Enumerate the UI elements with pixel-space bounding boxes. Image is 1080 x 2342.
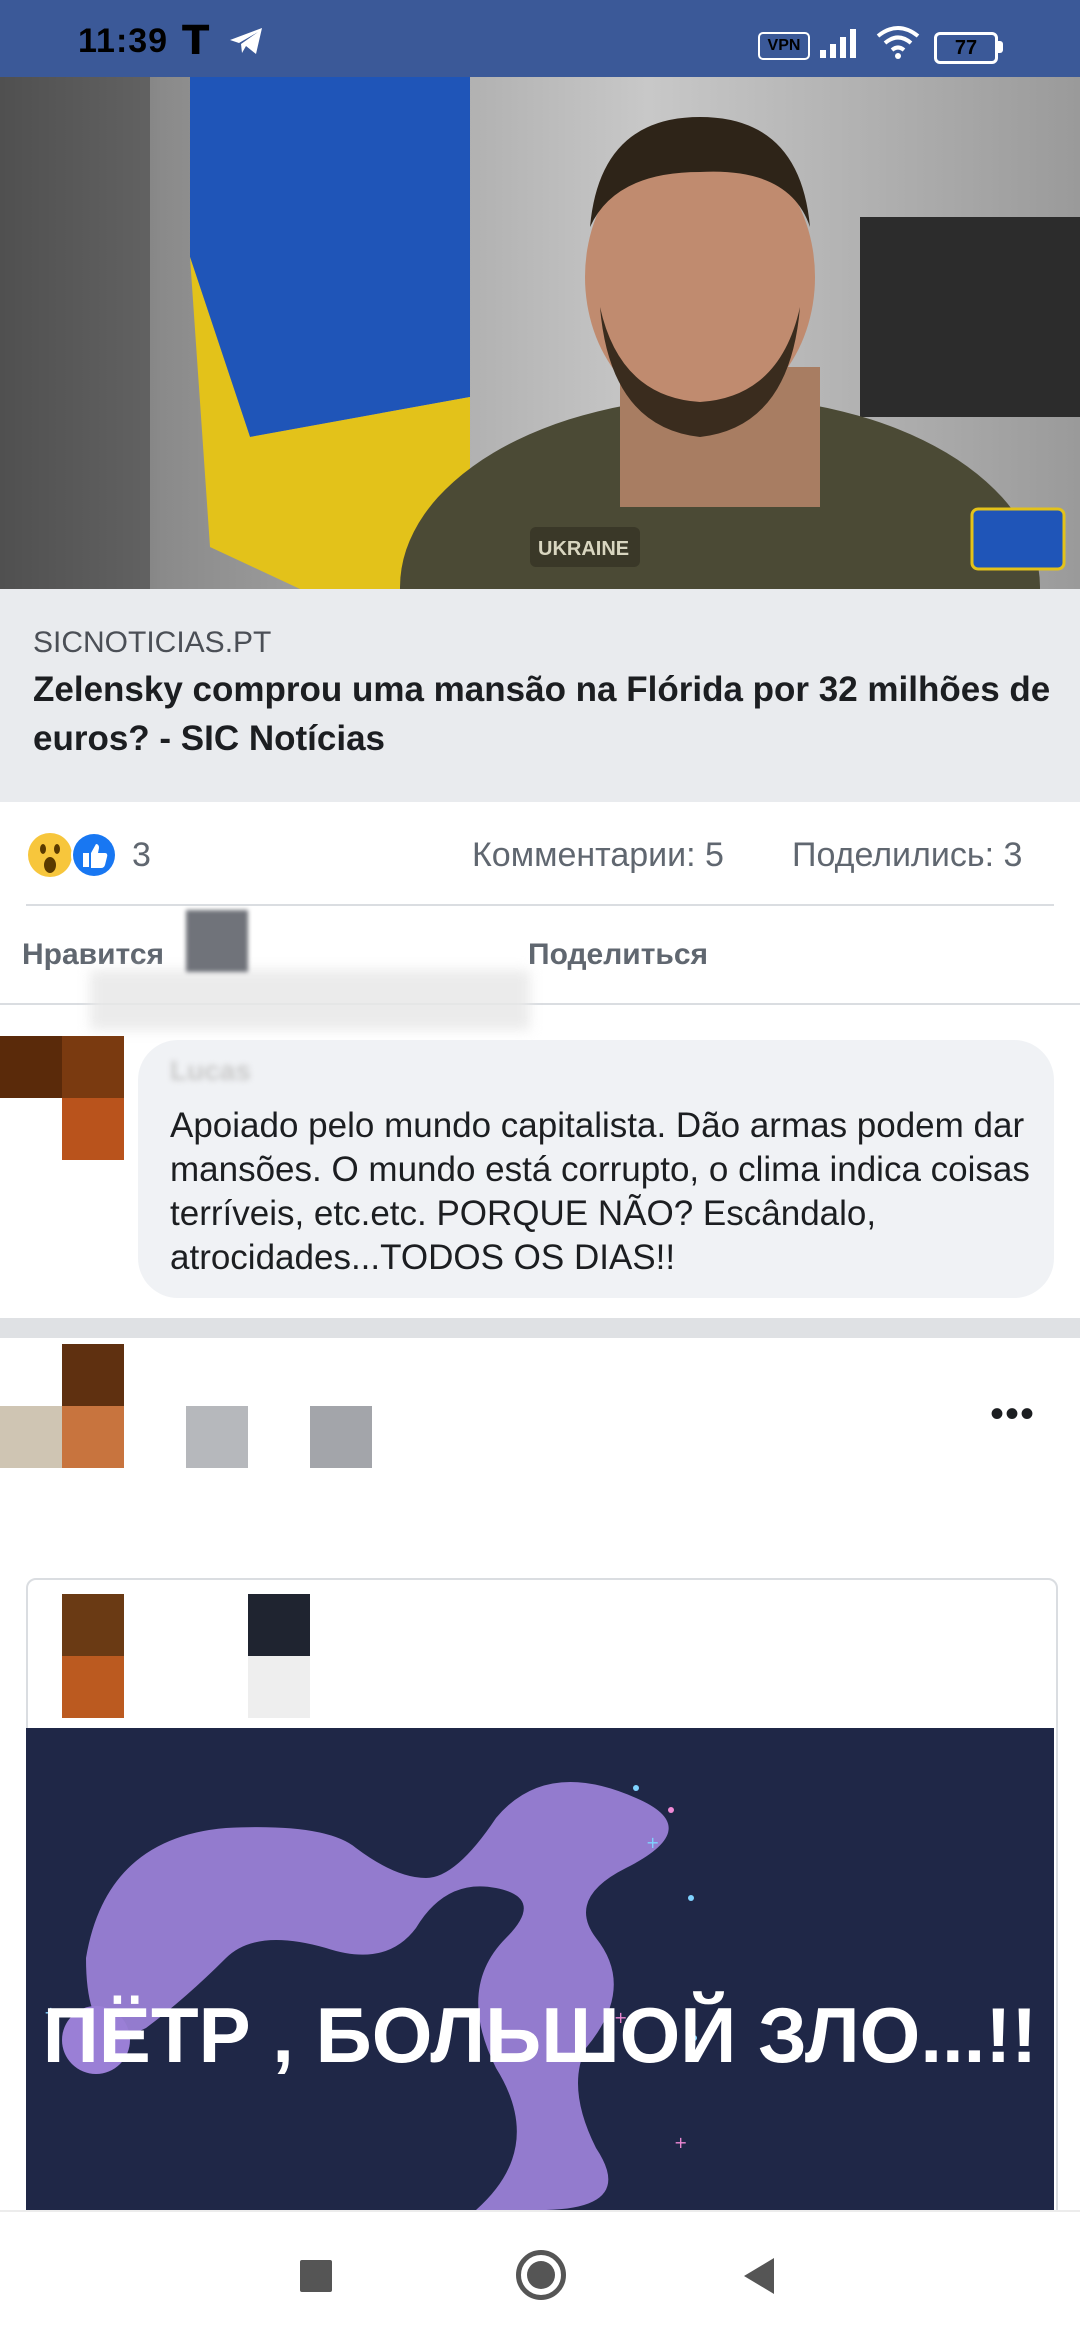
comment-text: Apoiado pelo mundo capitalista. Dão arma…	[170, 1106, 1030, 1277]
shares-count[interactable]: Поделились: 3	[792, 836, 1022, 875]
status-time: 11:39	[78, 22, 169, 60]
avatar-pixel	[0, 1036, 62, 1098]
avatar-pixel	[62, 1406, 124, 1468]
avatar-pixel	[62, 1656, 124, 1718]
svg-text:+: +	[646, 1833, 659, 1852]
redaction-pixel	[248, 1594, 310, 1656]
redaction-pixel	[310, 1406, 372, 1468]
comments-count[interactable]: Комментарии: 5	[472, 836, 724, 875]
avatar-pixel	[62, 1594, 124, 1656]
comment-author[interactable]: Lucas	[170, 1055, 251, 1087]
shared-post-image[interactable]: + + + +	[26, 1728, 1054, 2210]
feed-separator	[0, 1318, 1080, 1338]
vpn-badge: VPN	[758, 32, 810, 60]
home-button-dot	[527, 2261, 555, 2289]
telegram-icon	[230, 28, 262, 54]
hero-chest-label: UKRAINE	[538, 538, 629, 560]
avatar-pixel	[62, 1098, 124, 1160]
divider	[26, 904, 1054, 906]
back-icon[interactable]	[744, 2258, 774, 2294]
link-domain: SICNOTICIAS.PT	[33, 626, 272, 659]
battery-icon: 77	[934, 32, 998, 64]
avatar-pixel	[0, 1406, 62, 1468]
redaction-pixel	[248, 1656, 310, 1718]
hero-photo: UKRAINE	[0, 77, 1080, 589]
svg-text:+: +	[674, 2133, 687, 2152]
recent-apps-icon[interactable]	[300, 2260, 332, 2292]
avatar-pixel	[62, 1344, 124, 1406]
link-title[interactable]: Zelensky comprou uma mansão na Flórida p…	[33, 665, 1053, 763]
avatar-pixel	[62, 1036, 124, 1098]
more-options-button[interactable]: •••	[990, 1392, 1035, 1437]
carrier-icon: T	[182, 18, 210, 64]
redaction-pixel	[186, 910, 248, 972]
reaction-count[interactable]: 3	[132, 836, 151, 875]
signal-icon	[820, 29, 856, 58]
redaction-blur	[90, 970, 530, 1030]
link-preview-image[interactable]: UKRAINE	[0, 77, 1080, 589]
battery-tip	[998, 41, 1003, 53]
like-button[interactable]: Нравится	[22, 938, 164, 972]
promo-graphic: + + + +	[44, 1782, 697, 2210]
reaction-icons[interactable]	[26, 830, 122, 880]
promo-title: ПЁТР , БОЛЬШОЙ ЗЛО...!!	[42, 1991, 1038, 2079]
share-button[interactable]: Поделиться	[528, 938, 708, 972]
redaction-pixel	[186, 1406, 248, 1468]
wifi-icon	[876, 26, 920, 59]
